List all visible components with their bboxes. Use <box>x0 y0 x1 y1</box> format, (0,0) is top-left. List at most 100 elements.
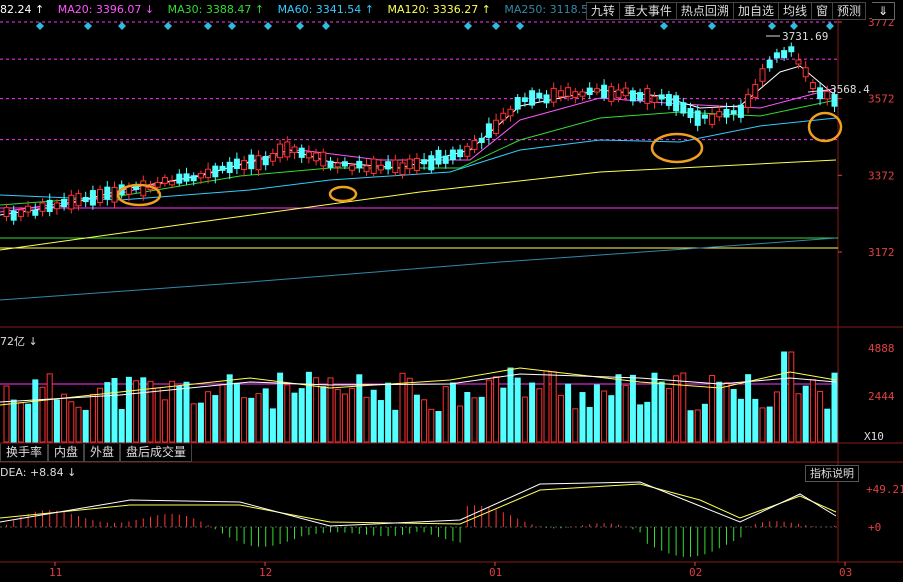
dea-line <box>0 483 837 525</box>
candle-body <box>219 165 226 171</box>
ma-lines-button[interactable]: 均线 <box>778 2 812 20</box>
candle-body <box>536 92 543 99</box>
volume-bar <box>485 379 492 443</box>
candle-body <box>781 50 788 59</box>
volume-bar <box>442 386 449 443</box>
ma-legend-item-3: MA60: 3341.54 ↑ <box>277 3 374 16</box>
candle-body <box>89 190 96 206</box>
forecast-button[interactable]: 预测 <box>832 2 866 20</box>
indicator-explain-button[interactable]: 指标说明 <box>805 465 859 482</box>
candle-body <box>3 207 10 218</box>
candle-body <box>377 164 384 171</box>
tab-outer-volume[interactable]: 外盘 <box>84 444 121 462</box>
candle-body <box>709 113 716 125</box>
month-label: 01 <box>489 566 502 579</box>
candle-body <box>529 90 536 106</box>
volume-bar <box>637 404 644 443</box>
candle-body <box>737 104 744 118</box>
macd-histogram-group <box>6 505 835 557</box>
add-watchlist-button[interactable]: 加自选 <box>733 2 779 20</box>
volume-bar <box>601 390 608 443</box>
volume-bar <box>305 371 312 443</box>
volume-bar <box>183 381 190 443</box>
tab-inner-volume[interactable]: 内盘 <box>48 444 85 462</box>
nine-turn-button[interactable]: 九转 <box>585 2 620 20</box>
highlight-circle <box>650 132 704 164</box>
candle-body <box>255 155 262 171</box>
volume-bar <box>298 388 305 443</box>
volume-bar <box>550 371 557 443</box>
volume-bar <box>665 388 672 443</box>
candle-body <box>421 159 428 165</box>
candle-body <box>363 165 370 173</box>
event-diamond-icon <box>516 22 524 30</box>
event-diamond-icon <box>264 22 272 30</box>
major-events-button[interactable]: 重大事件 <box>619 2 677 20</box>
ma-legend: 82.24 ↑ MA20: 3396.07 ↓ MA30: 3388.47 ↑ … <box>0 2 618 18</box>
candle-body <box>284 141 291 158</box>
candle-body <box>233 158 240 169</box>
candle-body <box>413 158 420 171</box>
candle-body <box>550 87 557 103</box>
volume-bar <box>507 367 514 443</box>
candle-body <box>478 137 485 143</box>
ma-legend-item-1: MA20: 3396.07 ↓ <box>57 3 155 16</box>
event-diamond-icon <box>36 22 44 30</box>
volume-bar <box>543 370 550 443</box>
candle-body <box>277 143 284 159</box>
volume-bar <box>370 389 377 443</box>
candle-body <box>25 205 32 213</box>
volume-bar <box>831 372 838 443</box>
volume-bar <box>363 396 370 443</box>
candle-body <box>773 52 780 59</box>
volume-bar <box>147 380 154 443</box>
hot-review-button[interactable]: 热点回溯 <box>676 2 734 20</box>
volume-bar <box>629 374 636 443</box>
candle-body <box>39 202 46 212</box>
price-high-label: 3731.69 <box>782 30 828 43</box>
candle-body <box>730 110 737 115</box>
volume-bar <box>125 376 132 443</box>
volume-bar <box>478 396 485 443</box>
volume-bar <box>457 405 464 443</box>
candle-body <box>169 181 176 186</box>
event-diamond-icon <box>492 22 500 30</box>
volume-bar <box>464 392 471 443</box>
event-diamond-icon <box>464 22 472 30</box>
candle-body <box>61 198 68 208</box>
event-diamond-icon <box>708 22 716 30</box>
candle-body <box>615 89 622 99</box>
candle-body <box>759 68 766 82</box>
chart-canvas[interactable]: 37723572337231723731.693568.448882444X10… <box>0 0 903 582</box>
volume-bar <box>514 377 521 443</box>
volume-bar <box>795 393 802 443</box>
volume-bar <box>284 384 291 443</box>
volume-bar <box>557 394 564 443</box>
tab-after-hours-volume[interactable]: 盘后成交量 <box>120 444 193 462</box>
volume-bar <box>233 382 240 443</box>
volume-bar <box>428 408 435 443</box>
candle-body <box>622 87 629 97</box>
volume-bar <box>17 402 24 443</box>
tab-turnover[interactable]: 换手率 <box>0 444 49 462</box>
volume-bar <box>32 379 39 443</box>
candle-body <box>406 158 413 170</box>
volume-bar <box>219 384 226 443</box>
price-axis-label: 3572 <box>868 93 895 106</box>
ma120-line <box>0 159 837 251</box>
ma-legend-item-4: MA120: 3336.27 ↑ <box>387 3 491 16</box>
window-button[interactable]: 窗 <box>811 2 833 20</box>
volume-bar <box>154 387 161 443</box>
event-diamond-icon <box>660 22 668 30</box>
ma20-line <box>0 87 837 213</box>
event-diamond-icon <box>228 22 236 30</box>
candle-body <box>53 202 60 210</box>
candle-body <box>471 140 478 150</box>
macd-axis-zero-label: +0 <box>868 521 881 534</box>
volume-bar <box>737 398 744 443</box>
candle-body <box>190 175 197 182</box>
candle-body <box>485 123 492 138</box>
candle-body <box>46 199 53 212</box>
volume-bar <box>759 407 766 443</box>
collapse-arrow-icon[interactable]: ⇓ <box>872 2 895 20</box>
